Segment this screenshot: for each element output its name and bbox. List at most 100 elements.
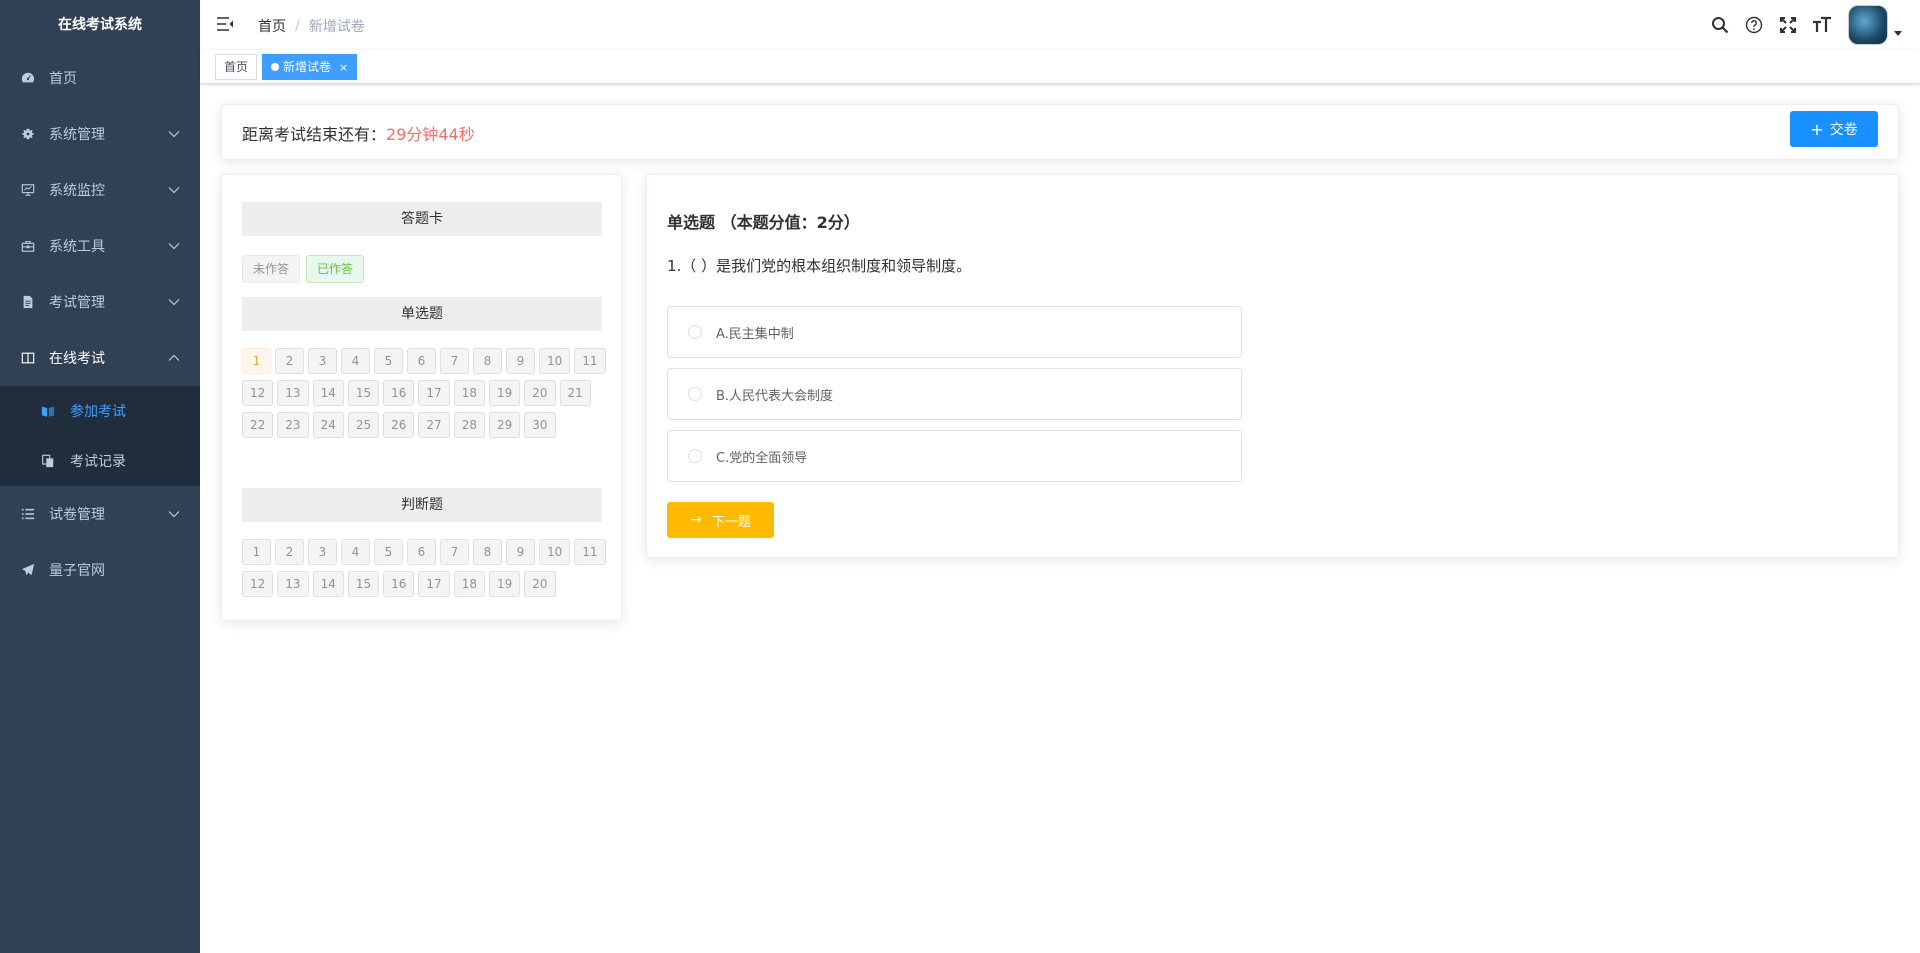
question-number-button[interactable]: 21 [559, 380, 591, 406]
question-number-button[interactable]: 6 [407, 348, 436, 374]
question-number-button[interactable]: 18 [453, 571, 485, 597]
fullscreen-icon[interactable] [1778, 15, 1798, 35]
option-b[interactable]: B.人民代表大会制度 [667, 368, 1242, 420]
tag-home[interactable]: 首页 [215, 54, 258, 80]
question-number-button[interactable]: 29 [488, 412, 521, 438]
sidebar-item-system[interactable]: 系统管理 [0, 106, 200, 162]
question-number-button[interactable]: 5 [374, 539, 403, 565]
sidebar-item-take-exam[interactable]: 参加考试 [0, 386, 200, 436]
option-a[interactable]: A.民主集中制 [667, 306, 1242, 358]
dashboard-icon [20, 70, 36, 86]
sidebar-item-tools[interactable]: 系统工具 [0, 218, 200, 274]
chevron-down-icon [168, 511, 180, 518]
submit-paper-button[interactable]: + 交卷 [1790, 111, 1878, 147]
sidebar-item-label: 在线考试 [49, 351, 105, 367]
radio-icon[interactable] [688, 449, 702, 463]
question-number-button[interactable]: 13 [277, 380, 309, 406]
question-number-button[interactable]: 1 [242, 348, 271, 374]
question-number-button[interactable]: 4 [341, 348, 370, 374]
question-number-button[interactable]: 26 [383, 412, 415, 438]
question-number-button[interactable]: 1 [242, 539, 271, 565]
question-type: 单选题 （本题分值：2分） [667, 213, 860, 232]
question-number-button[interactable]: 17 [418, 380, 450, 406]
question-number-button[interactable]: 6 [407, 539, 436, 565]
sidebar-item-online-exam[interactable]: 在线考试 [0, 330, 200, 386]
radio-icon[interactable] [688, 325, 702, 339]
sidebar-item-label: 首页 [49, 71, 77, 87]
next-question-button[interactable]: → 下一题 [667, 502, 774, 538]
answer-sheet-card: 答题卡 未作答 已作答 单选题 1 2 3 4 5 6 7 8 9 10 11 12 13 14 15 16 1… [221, 174, 622, 621]
question-number-button[interactable]: 12 [242, 571, 274, 597]
question-number-button[interactable]: 13 [277, 571, 309, 597]
tag-new-paper[interactable]: 新增试卷 × [262, 54, 358, 80]
sidebar-item-exam-manage[interactable]: 考试管理 [0, 274, 200, 330]
question-number-button[interactable]: 16 [383, 571, 415, 597]
chevron-down-icon [168, 131, 180, 138]
sidebar-item-website[interactable]: 量子官网 [0, 542, 200, 598]
question-number-button[interactable]: 24 [312, 412, 344, 438]
question-number-button[interactable]: 10 [539, 348, 571, 374]
sidebar-item-monitor[interactable]: 系统监控 [0, 162, 200, 218]
question-number-button[interactable]: 4 [341, 539, 370, 565]
question-number-button[interactable]: 11 [574, 348, 606, 374]
sidebar-item-exam-record[interactable]: 考试记录 [0, 436, 200, 486]
sidebar-item-home[interactable]: 首页 [0, 50, 200, 106]
single-choice-grid: 1 2 3 4 5 6 7 8 9 10 11 12 13 14 15 16 17 18 19 20 21 22 23 24 2… [242, 348, 612, 444]
font-size-icon[interactable] [1812, 15, 1832, 35]
question-number-button[interactable]: 15 [347, 571, 380, 597]
radio-icon[interactable] [688, 387, 702, 401]
question-number-button[interactable]: 3 [308, 539, 337, 565]
chevron-up-icon [168, 354, 180, 361]
legend-answered: 已作答 [306, 255, 365, 283]
avatar[interactable] [1848, 5, 1888, 45]
question-number-button[interactable]: 28 [453, 412, 485, 438]
question-number-button[interactable]: 8 [473, 539, 502, 565]
hamburger-icon[interactable] [216, 15, 236, 35]
question-number-button[interactable]: 2 [275, 348, 304, 374]
question-number-button[interactable]: 9 [506, 348, 535, 374]
question-number-button[interactable]: 17 [418, 571, 450, 597]
navbar: 首页 / 新增试卷 [200, 0, 1920, 50]
question-number-button[interactable]: 16 [383, 380, 415, 406]
question-number-button[interactable]: 19 [488, 571, 521, 597]
question-number-button[interactable]: 20 [524, 571, 556, 597]
question-number-button[interactable]: 18 [453, 380, 485, 406]
list-icon [20, 506, 36, 522]
question-number-button[interactable]: 14 [312, 571, 344, 597]
question-number-button[interactable]: 5 [374, 348, 403, 374]
sidebar-item-label: 试卷管理 [49, 507, 105, 523]
question-number-button[interactable]: 8 [473, 348, 502, 374]
question-number-button[interactable]: 23 [277, 412, 309, 438]
sidebar-item-label: 考试管理 [49, 295, 105, 311]
question-number-button[interactable]: 22 [242, 412, 274, 438]
countdown-label: 距离考试结束还有： [242, 125, 387, 144]
question-number-button[interactable]: 12 [242, 380, 274, 406]
question-number-button[interactable]: 7 [440, 348, 469, 374]
chevron-down-icon [168, 187, 180, 194]
question-number-button[interactable]: 19 [488, 380, 521, 406]
tag-label: 新增试卷 [283, 60, 332, 74]
question-number-button[interactable]: 27 [418, 412, 450, 438]
question-number-button[interactable]: 30 [524, 412, 556, 438]
question-number-button[interactable]: 25 [347, 412, 380, 438]
question-card: 单选题 （本题分值：2分） 1.（ ）是我们党的根本组织制度和领导制度。 A.民… [646, 174, 1899, 558]
close-icon[interactable]: × [339, 61, 348, 74]
question-number-button[interactable]: 14 [312, 380, 344, 406]
user-menu[interactable] [1848, 5, 1902, 45]
plus-icon: + [1810, 119, 1824, 139]
option-label: A.民主集中制 [716, 326, 794, 342]
search-icon[interactable] [1710, 15, 1730, 35]
question-number-button[interactable]: 3 [308, 348, 337, 374]
question-number-button[interactable]: 15 [347, 380, 380, 406]
option-c[interactable]: C.党的全面领导 [667, 430, 1242, 482]
submenu-online-exam: 参加考试 考试记录 [0, 386, 200, 486]
question-number-button[interactable]: 10 [539, 539, 571, 565]
question-number-button[interactable]: 7 [440, 539, 469, 565]
question-number-button[interactable]: 9 [506, 539, 535, 565]
question-number-button[interactable]: 20 [524, 380, 556, 406]
sidebar-item-paper-manage[interactable]: 试卷管理 [0, 486, 200, 542]
question-number-button[interactable]: 11 [574, 539, 606, 565]
help-icon[interactable] [1744, 15, 1764, 35]
question-number-button[interactable]: 2 [275, 539, 304, 565]
breadcrumb-home[interactable]: 首页 [258, 16, 286, 36]
